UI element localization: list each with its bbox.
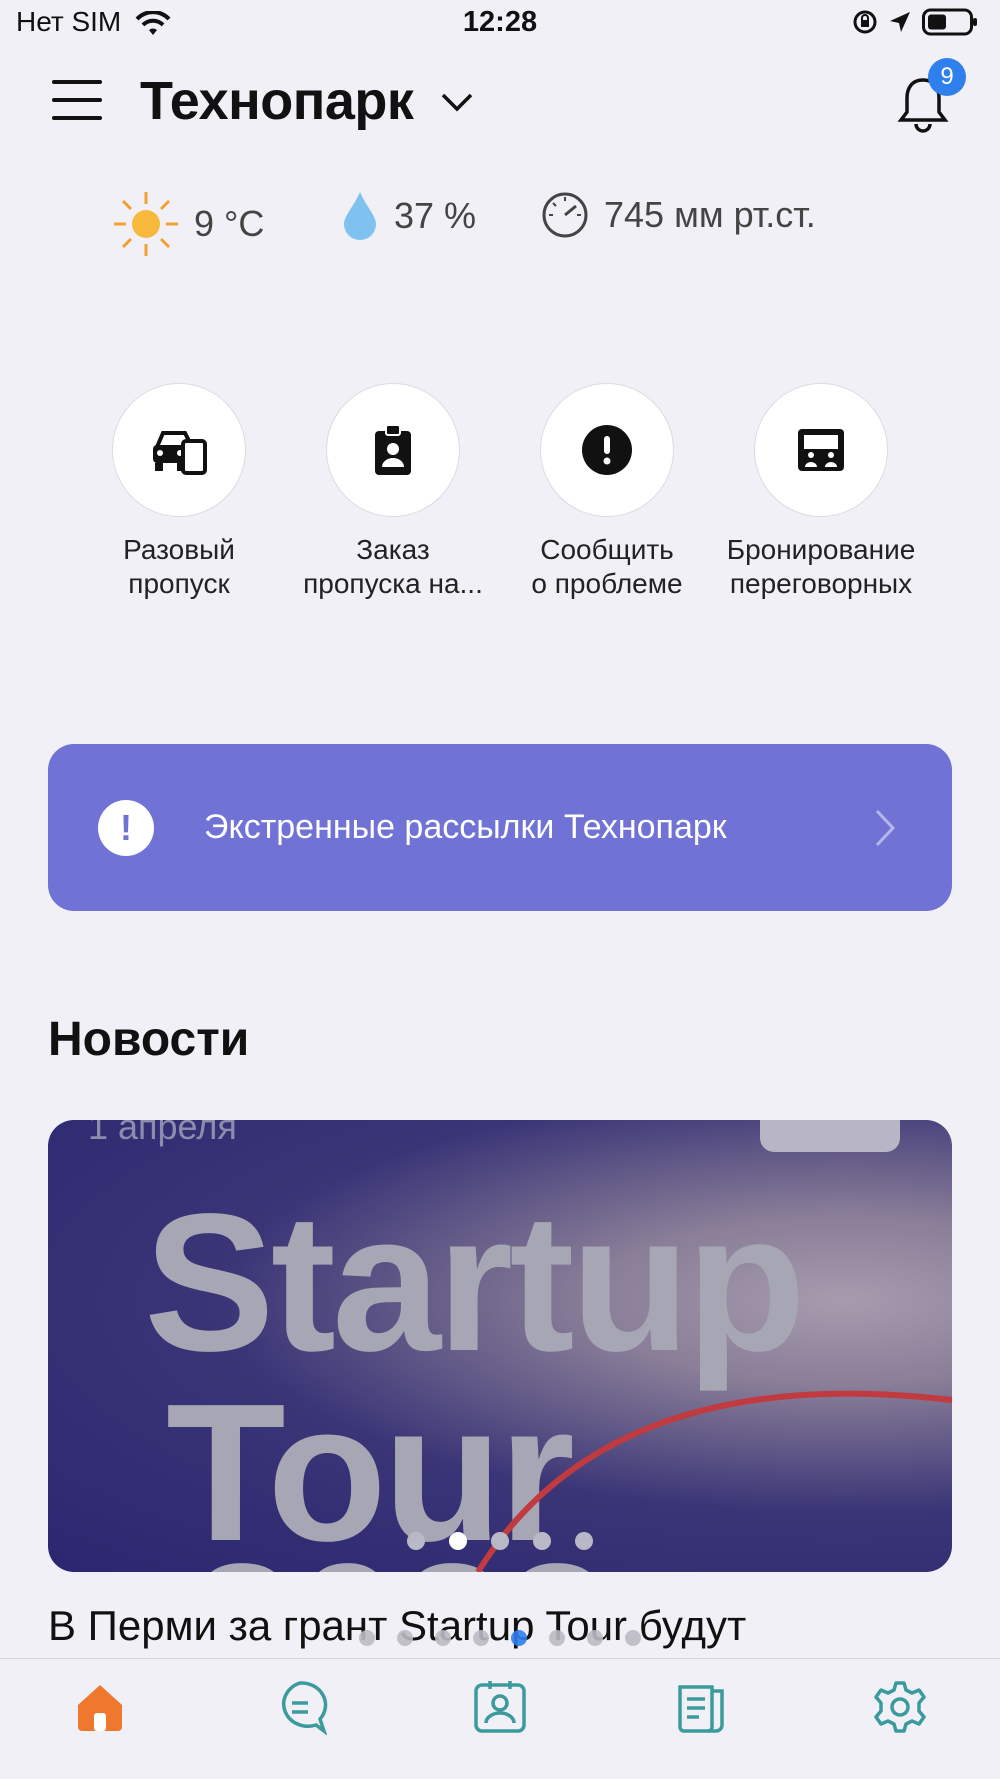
carousel-dot[interactable]	[575, 1532, 593, 1550]
page-dot	[587, 1630, 603, 1646]
page-title[interactable]: Технопарк	[140, 70, 414, 132]
carousel-dot[interactable]	[491, 1532, 509, 1550]
quick-action-circle[interactable]	[754, 383, 888, 517]
quick-action-one-time-pass[interactable]: Разовый пропуск	[79, 383, 279, 601]
quick-action-circle[interactable]	[326, 383, 460, 517]
tab-contacts[interactable]	[470, 1677, 530, 1737]
emergency-broadcast-banner[interactable]: ! Экстренные рассылки Технопарк	[48, 744, 952, 911]
page-indicator-dots	[0, 1630, 1000, 1646]
news-heading: Новости	[48, 1013, 250, 1066]
quick-action-report-problem[interactable]: Сообщить о проблеме	[507, 383, 707, 601]
news-image-decor-arc	[475, 1390, 952, 1572]
notification-badge: 9	[928, 58, 966, 96]
chevron-down-icon[interactable]	[440, 90, 474, 114]
chevron-right-icon	[875, 809, 896, 846]
quick-action-label: Сообщить о проблеме	[531, 534, 683, 599]
news-card-carousel-dots	[0, 1532, 1000, 1550]
page-dot	[359, 1630, 375, 1646]
weather-humidity: 37 %	[340, 190, 476, 242]
humidity-value: 37 %	[394, 195, 477, 236]
warning-icon	[582, 425, 632, 475]
quick-action-label: Заказ пропуска на...	[303, 534, 483, 599]
tab-home[interactable]	[70, 1677, 130, 1737]
page-dot	[625, 1630, 641, 1646]
car-pass-icon	[153, 431, 207, 475]
tab-documents[interactable]	[670, 1677, 730, 1737]
status-right-icons	[852, 8, 978, 36]
water-drop-icon	[344, 192, 376, 240]
quick-action-circle[interactable]	[540, 383, 674, 517]
status-time: 12:28	[462, 6, 538, 38]
battery-icon	[922, 8, 977, 36]
page-dot-active	[511, 1630, 527, 1646]
page-dot	[473, 1630, 489, 1646]
page-dot	[397, 1630, 413, 1646]
chat-icon	[282, 1681, 328, 1735]
location-icon	[890, 12, 910, 32]
page-dot	[435, 1630, 451, 1646]
quick-action-order-pass[interactable]: Заказ пропуска на...	[293, 383, 493, 601]
menu-icon[interactable]	[52, 80, 102, 122]
badge-icon	[375, 424, 411, 475]
weather-pressure: 745 мм рт.ст.	[540, 190, 816, 240]
carousel-dot-active[interactable]	[449, 1532, 467, 1550]
alert-banner-text: Экстренные рассылки Технопарк	[204, 808, 727, 846]
orientation-lock-icon	[853, 10, 877, 34]
quick-action-label: Разовый пропуск	[123, 534, 235, 599]
settings-icon	[874, 1681, 926, 1733]
temperature-value: 9 °C	[194, 203, 265, 244]
meeting-room-icon	[798, 429, 844, 471]
quick-action-meeting-booking[interactable]: Бронирование переговорных	[721, 383, 921, 601]
pressure-value: 745 мм рт.ст.	[604, 194, 816, 235]
carousel-dot[interactable]	[533, 1532, 551, 1550]
gauge-icon	[542, 192, 588, 238]
carousel-dot[interactable]	[407, 1532, 425, 1550]
tab-chat[interactable]	[270, 1677, 330, 1737]
tab-settings[interactable]	[870, 1677, 930, 1737]
home-icon	[78, 1685, 122, 1731]
weather-temperature: 9 °C	[112, 190, 264, 258]
exclamation-icon: !	[98, 799, 154, 856]
documents-icon	[678, 1685, 724, 1733]
contacts-icon	[474, 1681, 526, 1733]
bottom-tab-bar	[0, 1658, 1000, 1779]
quick-action-circle[interactable]	[112, 383, 246, 517]
page-dot	[549, 1630, 565, 1646]
news-card-image[interactable]: 1 апреля Startup Tour 2023	[48, 1120, 952, 1572]
quick-action-label: Бронирование переговорных	[726, 534, 916, 599]
sun-icon	[114, 192, 178, 256]
